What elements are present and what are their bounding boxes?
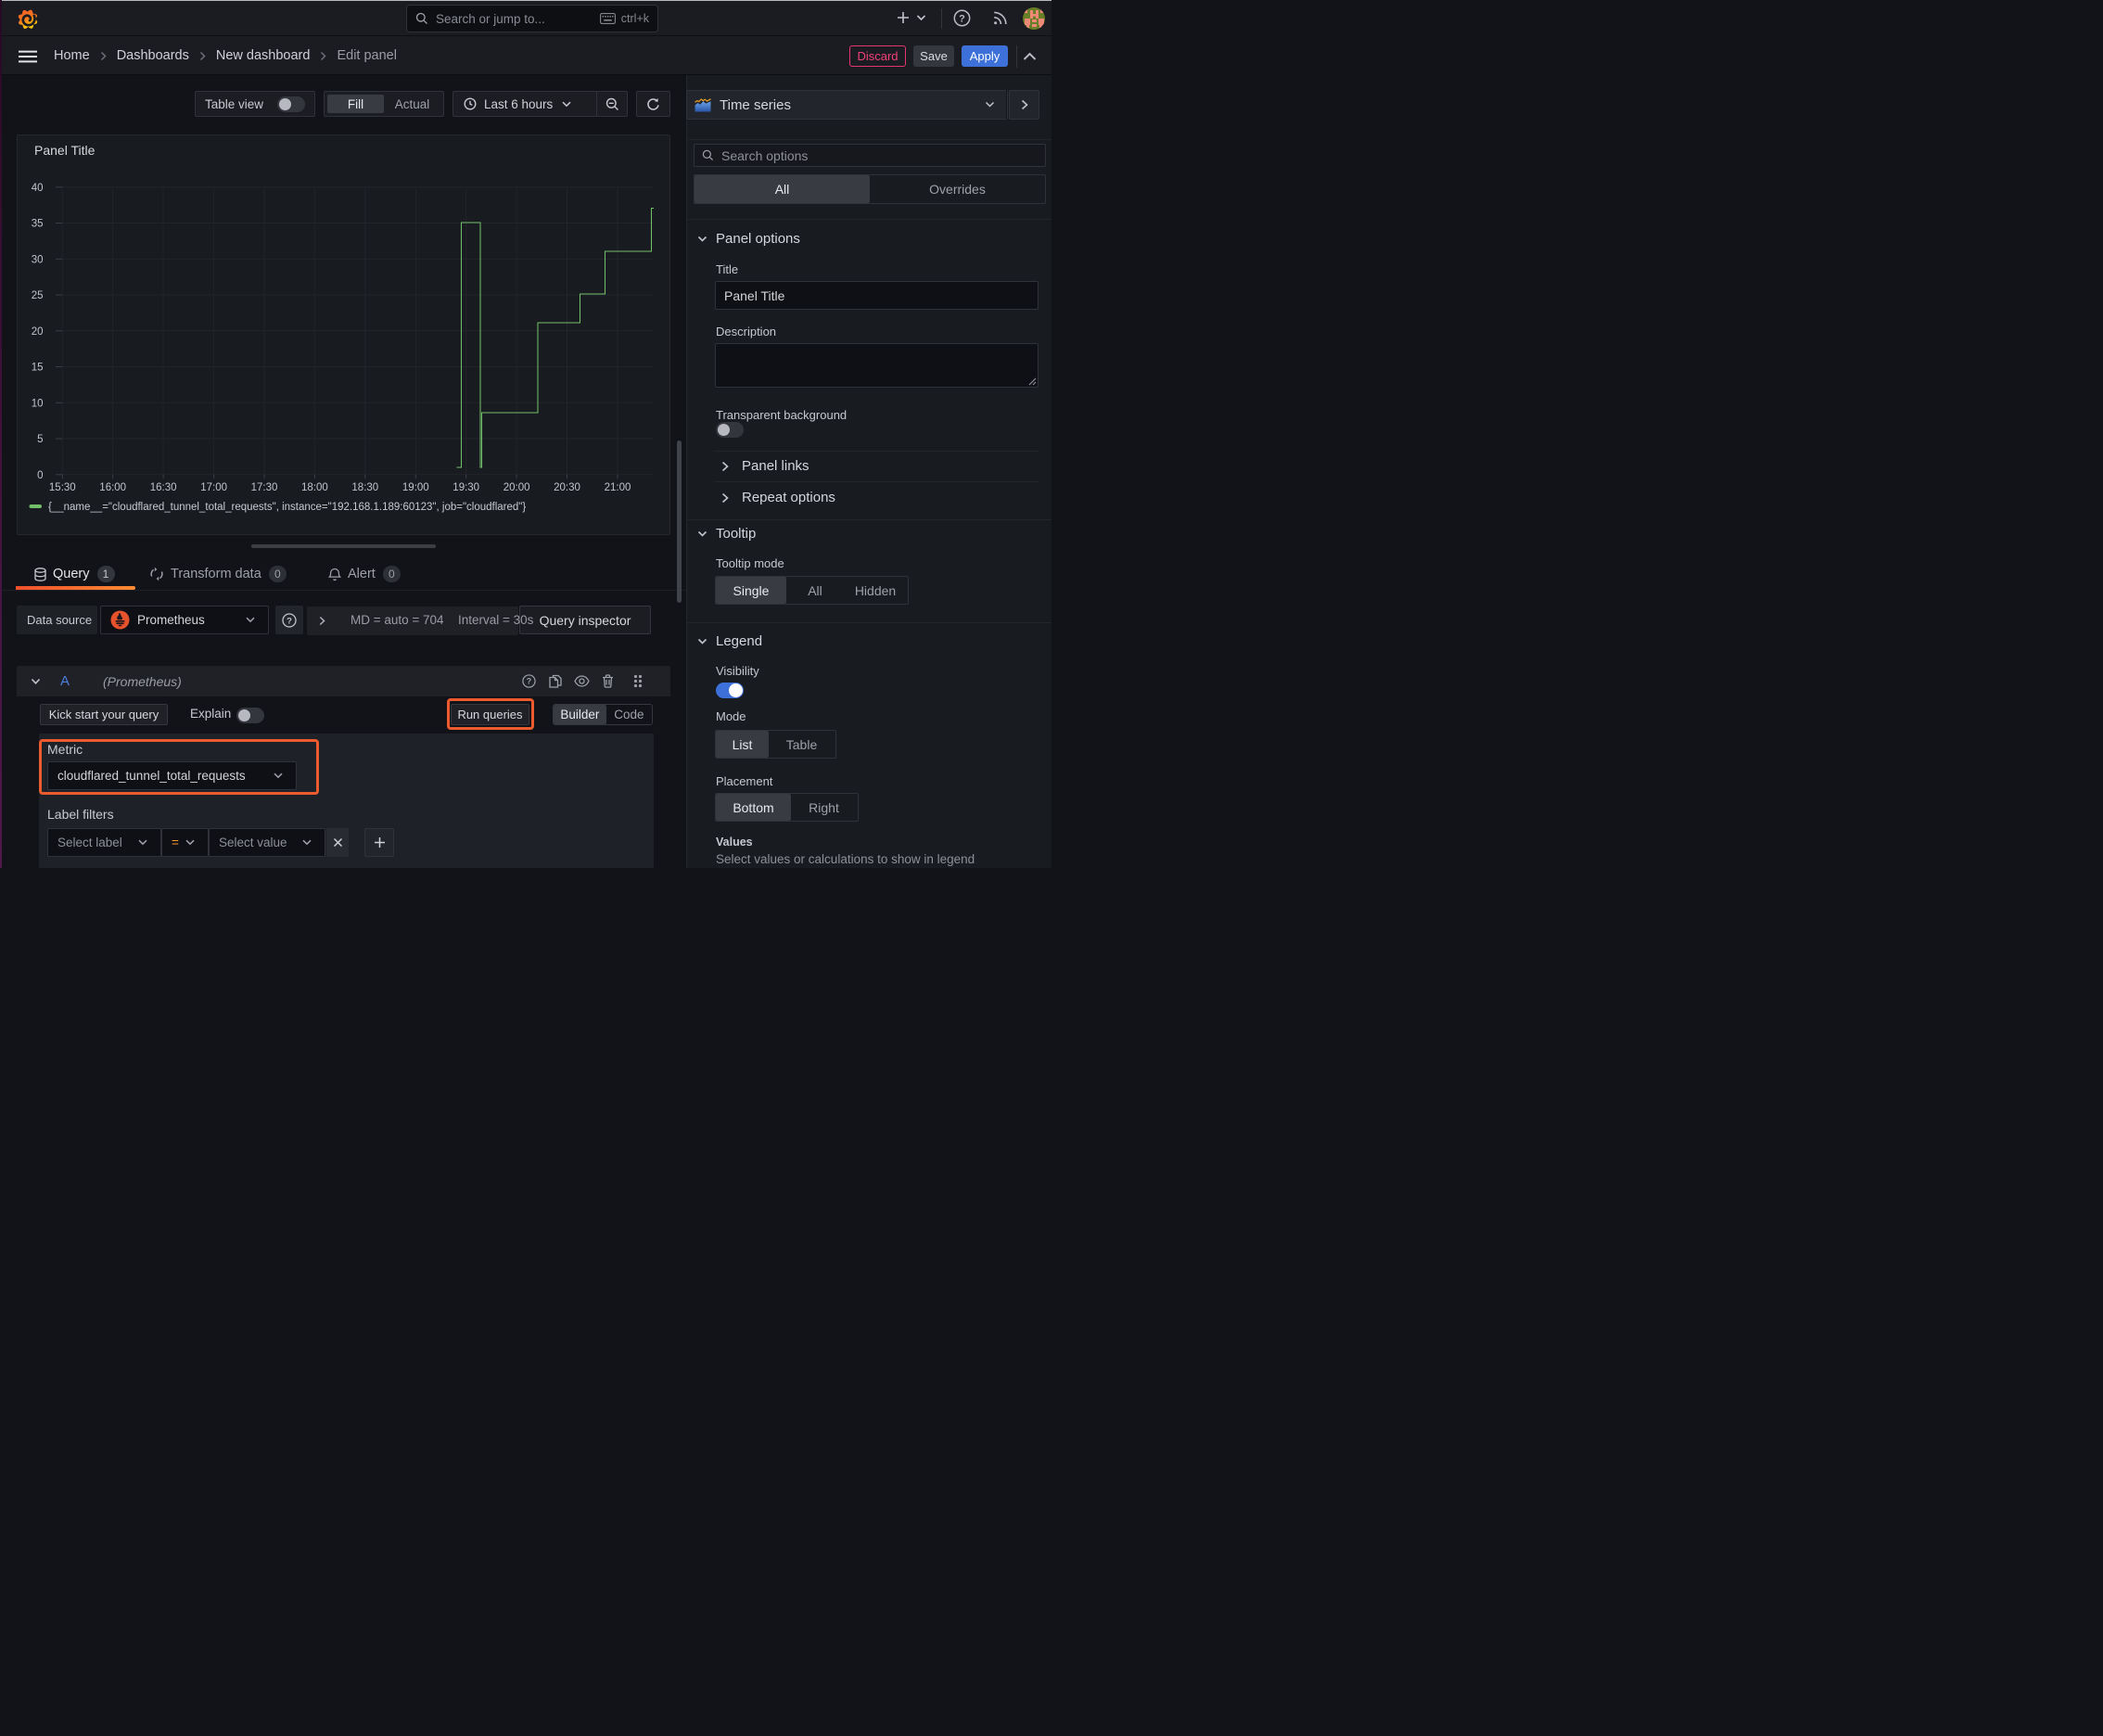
svg-text:18:00: 18:00 — [301, 482, 328, 493]
svg-text:20: 20 — [32, 326, 44, 338]
svg-text:25: 25 — [32, 290, 44, 301]
svg-text:20:30: 20:30 — [554, 482, 580, 493]
svg-text:15:30: 15:30 — [49, 482, 76, 493]
svg-text:16:30: 16:30 — [150, 482, 177, 493]
svg-text:17:30: 17:30 — [251, 482, 278, 493]
svg-text:40: 40 — [32, 183, 44, 194]
svg-text:19:30: 19:30 — [452, 482, 479, 493]
svg-text:?: ? — [287, 616, 292, 626]
svg-text:16:00: 16:00 — [99, 482, 126, 493]
svg-text:17:00: 17:00 — [200, 482, 227, 493]
svg-text:?: ? — [527, 677, 531, 686]
svg-text:35: 35 — [32, 219, 44, 230]
svg-text:30: 30 — [32, 254, 44, 265]
svg-text:20:00: 20:00 — [503, 482, 530, 493]
svg-text:21:00: 21:00 — [605, 482, 631, 493]
svg-text:{__name__="cloudflared_tunnel_: {__name__="cloudflared_tunnel_total_requ… — [48, 502, 526, 513]
svg-text:5: 5 — [37, 434, 43, 445]
svg-text:Panel Title: Panel Title — [34, 143, 96, 158]
svg-text:15: 15 — [32, 363, 44, 374]
svg-text:?: ? — [959, 13, 965, 24]
svg-text:10: 10 — [32, 398, 44, 409]
svg-text:18:30: 18:30 — [351, 482, 378, 493]
svg-text:19:00: 19:00 — [402, 482, 429, 493]
svg-text:0: 0 — [37, 470, 43, 481]
